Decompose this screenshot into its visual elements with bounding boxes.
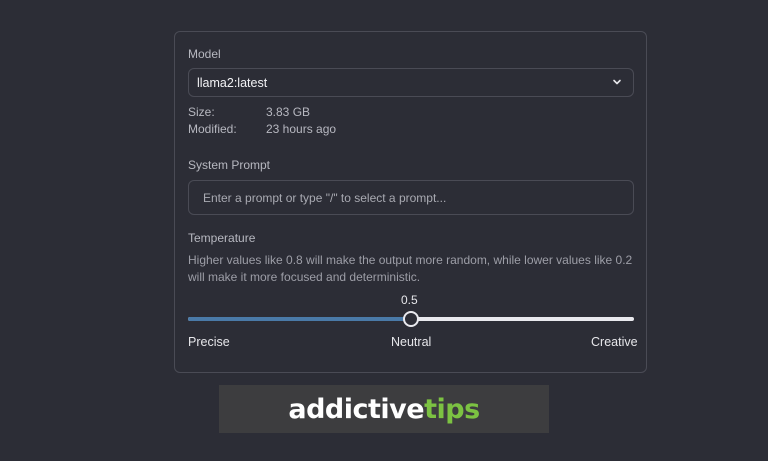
temperature-mid-label: Neutral — [391, 335, 432, 349]
system-prompt-label: System Prompt — [188, 158, 271, 172]
temperature-min-label: Precise — [188, 335, 230, 349]
addictivetips-watermark: addictive tips — [219, 385, 549, 433]
model-select-value: llama2:latest — [197, 75, 268, 90]
watermark-part2: tips — [424, 393, 480, 425]
modified-value: 23 hours ago — [266, 122, 337, 136]
temperature-slider-fill — [188, 317, 411, 321]
modified-label: Modified: — [188, 122, 237, 136]
size-value: 3.83 GB — [266, 105, 311, 119]
size-label: Size: — [188, 105, 215, 119]
model-select[interactable]: llama2:latest — [188, 68, 634, 97]
chevron-down-icon — [613, 79, 621, 85]
model-settings-panel: Model llama2:latest Size: 3.83 GB Modifi… — [174, 31, 647, 373]
watermark-part1: addictive — [288, 393, 425, 425]
model-label: Model — [188, 47, 221, 61]
temperature-slider[interactable] — [188, 311, 634, 327]
temperature-max-label: Creative — [591, 335, 638, 349]
temperature-description: Higher values like 0.8 will make the out… — [188, 253, 633, 284]
system-prompt-input[interactable] — [188, 180, 634, 215]
temperature-value: 0.5 — [401, 293, 418, 307]
model-size-row: Size: 3.83 GB — [188, 105, 310, 119]
temperature-label: Temperature — [188, 231, 256, 245]
temperature-slider-thumb[interactable] — [403, 311, 419, 327]
model-modified-row: Modified: 23 hours ago — [188, 122, 336, 136]
